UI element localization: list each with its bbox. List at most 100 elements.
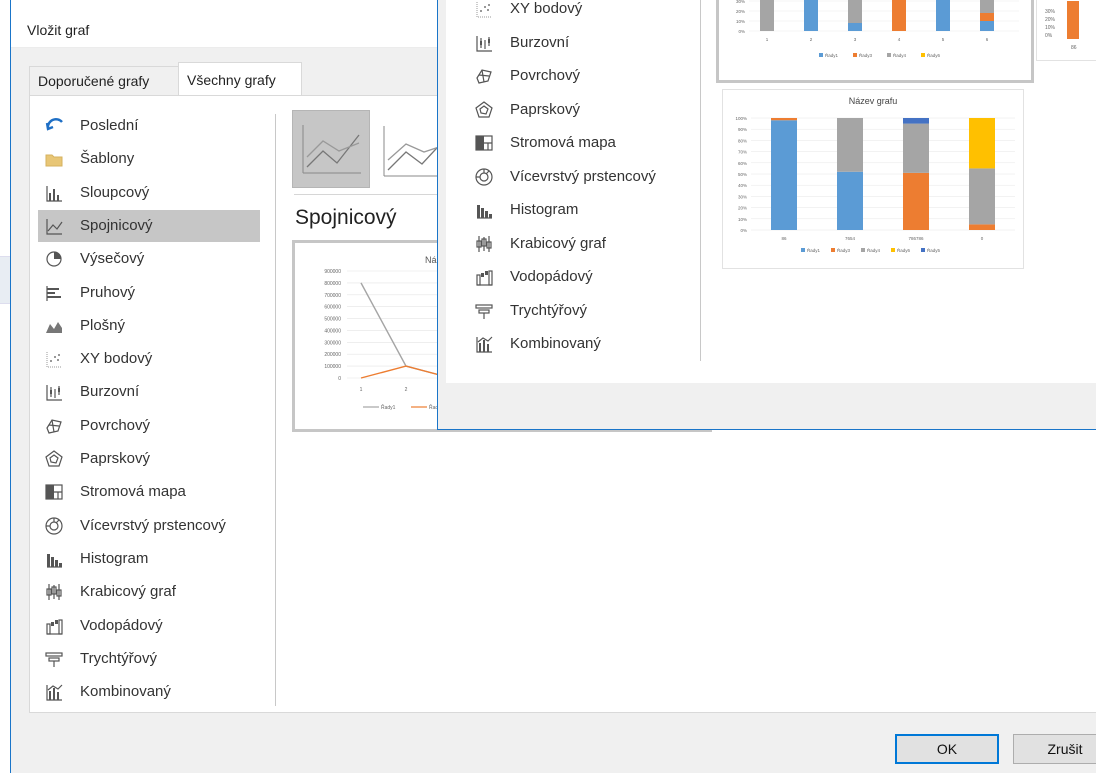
stock-chart-icon [44,382,64,402]
sidebar-item-column-chart[interactable]: Sloupcový [38,177,260,209]
sidebar-item-surface-chart[interactable]: Povrchový [38,410,260,442]
sidebar-item-label: Spojnicový [80,216,153,234]
y-tick-label: 700000 [324,293,341,299]
y-tick-label: 100000 [324,364,341,370]
sunburst-icon [474,167,494,187]
ok-button[interactable]: OK [895,734,999,764]
sidebar-item-label: Vodopádový [80,616,163,634]
sidebar-item-folder[interactable]: Šablony [38,143,260,175]
sidebar-item-funnel[interactable]: Trychtýřový [38,643,260,675]
bar [771,120,797,230]
histogram-icon [44,549,64,569]
scatter-chart-icon [474,0,494,19]
sidebar-item-combo-chart[interactable]: Kombinovaný [38,676,260,708]
sidebar-item-funnel[interactable]: Trychtýřový [468,295,688,327]
sidebar-item-label: Burzovní [80,383,140,401]
y-tick-label: 300000 [324,340,341,346]
y-tick-label: 400000 [324,328,341,334]
radar-chart-icon [44,449,64,469]
preview-chart-title: Název grafu [848,96,898,106]
bar [969,168,995,225]
bar [936,0,950,31]
stacked-column-preview-2[interactable]: 30% 20% 10% 0% 86 78 [1036,0,1096,61]
bar [980,13,994,21]
legend-swatch [887,53,891,57]
bar [969,118,995,169]
bar [980,21,994,31]
sidebar-item-histogram[interactable]: Histogram [468,194,688,226]
sidebar-item-stock-chart[interactable]: Burzovní [468,27,688,59]
treemap-icon [474,133,494,153]
sidebar-item-bar-chart[interactable]: Pruhový [38,277,260,309]
legend-label: Řady6 [927,51,941,58]
y-tick-label: 40% [738,183,747,188]
scatter-chart-icon [44,349,64,369]
y-tick-label: 60% [738,161,747,166]
bar [771,118,797,121]
sidebar-item-label: Pruhový [80,283,136,301]
partial-tick: 20% [1045,17,1056,23]
legend-swatch [853,53,857,57]
sidebar-item-scatter-chart[interactable]: XY bodový [468,0,688,25]
sidebar-item-label: Stromová mapa [510,134,616,151]
y-tick-label: 20% [738,206,747,211]
sidebar-item-treemap[interactable]: Stromová mapa [468,127,688,159]
sidebar-item-waterfall[interactable]: Vodopádový [38,610,260,642]
sidebar-item-box-whisker[interactable]: Krabicový graf [468,228,688,260]
stacked-column-svg: 30% 20% 10% 0% 1 2 3 4 5 6 Řady1 Řady3 Řady4 Řady6 [736,0,1019,58]
waterfall-icon [474,267,494,287]
stacked-column-preview-1[interactable]: 30% 20% 10% 0% 1 2 3 4 5 6 Řady1 Řady3 Řady4 Řady6 [716,0,1034,83]
sidebar-item-area-chart[interactable]: Plošný [38,310,260,342]
overlay-sidebar-divider [700,0,701,361]
bar [892,0,906,31]
sidebar-item-line-chart[interactable]: Spojnicový [38,209,260,242]
sidebar-item-label: Stromová mapa [80,483,186,501]
y-tick-label: 200000 [324,352,341,358]
x-tick-label: 6 [986,37,989,42]
sidebar-item-stock-chart[interactable]: Burzovní [38,376,260,408]
sidebar-item-label: Trychtýřový [510,301,587,319]
bar [804,0,818,31]
sidebar-item-treemap[interactable]: Stromová mapa [38,476,260,508]
legend-label: Řady1 [381,403,396,411]
bar [903,172,929,230]
tab-recommended-charts[interactable]: Doporučené grafy [29,66,179,95]
x-tick-label: 86 [781,236,787,241]
section-title: Spojnicový [295,206,397,229]
sidebar-item-combo-chart[interactable]: Kombinovaný [468,328,688,360]
sidebar-item-surface-chart[interactable]: Povrchový [468,60,688,92]
surface-chart-icon [44,416,64,436]
x-tick-label: 786786 [908,236,924,241]
sidebar-item-histogram[interactable]: Histogram [38,543,260,575]
sidebar-item-radar-chart[interactable]: Paprskový [468,94,688,126]
sidebar-item-waterfall[interactable]: Vodopádový [468,261,688,293]
sidebar-item-sunburst[interactable]: Vícevrstvý prstencový [38,510,260,542]
y-tick-label: 900000 [324,269,341,275]
sidebar-item-label: Povrchový [510,67,581,84]
chart-gallery-overlay: XY bodový Burzovní Povrchový Paprskový Strom… [437,0,1096,430]
partial-tick: 10% [1045,25,1056,31]
sidebar-item-pie-chart[interactable]: Výsečový [38,243,260,275]
sidebar-item-label: Burzovní [510,33,570,51]
sidebar-item-radar-chart[interactable]: Paprskový [38,443,260,475]
sidebar-item-scatter-chart[interactable]: XY bodový [38,343,260,375]
sidebar-item-label: XY bodový [510,0,583,17]
stacked-column-preview-3[interactable]: Název grafu 100% 90% 80% 70% 60% 50% 40% 30% 20%… [722,89,1024,269]
treemap-icon [44,482,64,502]
sidebar-item-sunburst[interactable]: Vícevrstvý prstencový [468,161,688,193]
sidebar-item-recent[interactable]: Poslední [38,110,260,142]
x-tick-label: 5 [942,37,945,42]
funnel-icon [44,649,64,669]
legend-swatch [891,248,895,252]
histogram-icon [474,200,494,220]
sidebar-item-box-whisker[interactable]: Krabicový graf [38,576,260,608]
cancel-button[interactable]: Zrušit [1013,734,1096,764]
chart-subtype-line[interactable] [292,110,370,188]
recent-icon [44,116,64,136]
tab-all-charts[interactable]: Všechny grafy [178,62,302,97]
sidebar-item-label: Kombinovaný [510,335,601,352]
bar [903,118,929,124]
x-tick-label: 7654 [845,236,856,241]
legend-swatch [861,248,865,252]
stock-chart-icon [474,33,494,53]
